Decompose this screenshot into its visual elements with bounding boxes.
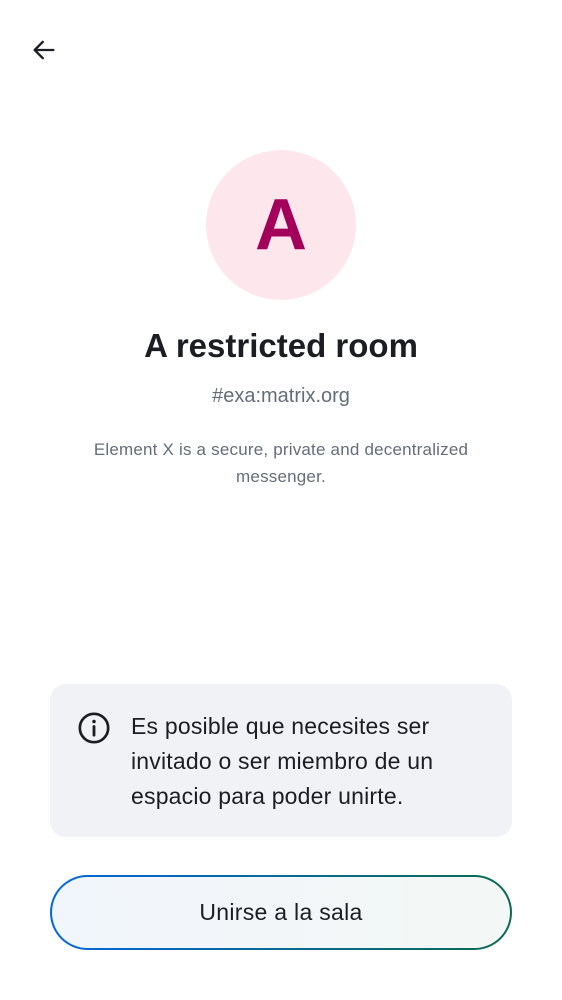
- room-alias: #exa:matrix.org: [212, 385, 350, 407]
- restricted-notice-card: Es posible que necesites ser invitado o …: [50, 684, 512, 837]
- join-room-button[interactable]: Unirse a la sala: [50, 875, 512, 950]
- join-room-button-label: Unirse a la sala: [199, 899, 363, 925]
- arrow-left-icon: [33, 40, 55, 60]
- room-topic: Element X is a secure, private and decen…: [93, 440, 469, 486]
- info-icon: [78, 712, 110, 744]
- back-button[interactable]: [22, 28, 66, 72]
- join-room-screen: A A restricted room #exa:matrix.org Elem…: [0, 0, 562, 1000]
- room-avatar: A: [206, 150, 356, 300]
- restricted-notice-text: Es posible que necesites ser invitado o …: [131, 713, 434, 809]
- room-avatar-initial: A: [255, 185, 307, 265]
- room-name: A restricted room: [144, 327, 418, 364]
